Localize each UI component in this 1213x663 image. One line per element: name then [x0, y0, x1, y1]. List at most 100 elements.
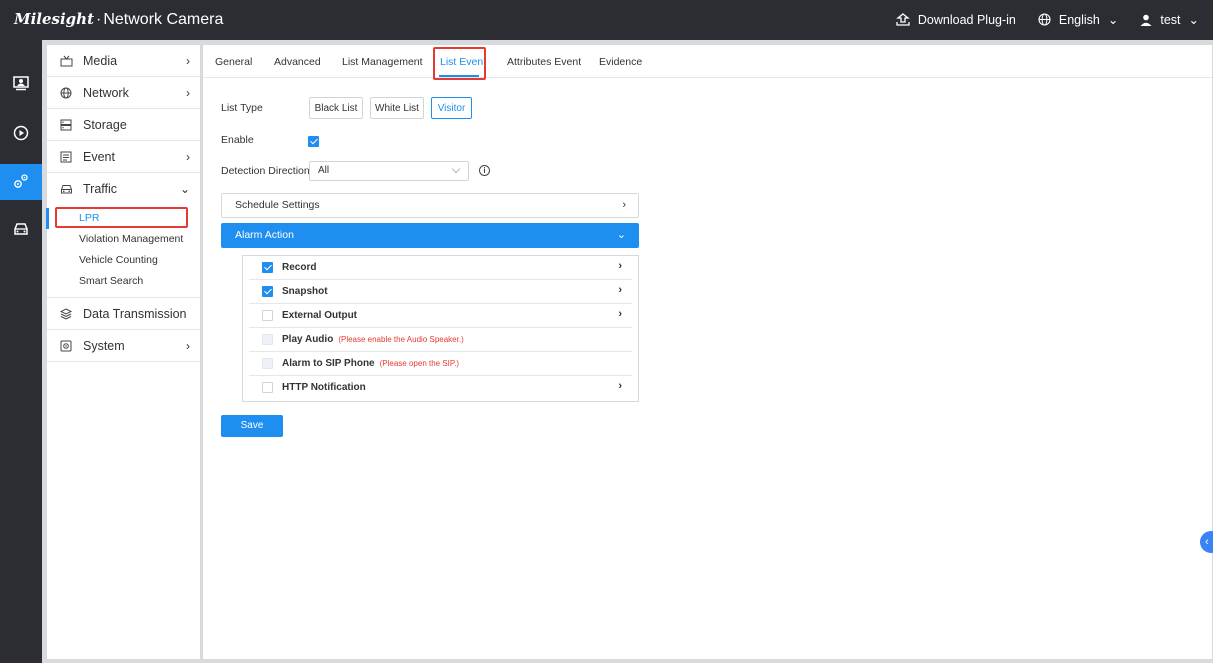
tab-list-management[interactable]: List Management — [342, 56, 423, 68]
icon-rail — [0, 40, 42, 663]
sidebar-item-storage[interactable]: Storage — [47, 109, 200, 141]
sidebar-item-label: Event — [83, 149, 115, 164]
sidebar-item-system[interactable]: System › — [47, 330, 200, 362]
record-checkbox[interactable] — [262, 262, 273, 273]
globe-icon — [59, 86, 73, 100]
rail-vehicle[interactable] — [0, 212, 42, 248]
list-type-black-list[interactable]: Black List — [309, 97, 363, 119]
top-right-actions: Download Plug-in English ⌄ test ⌄ — [896, 12, 1199, 27]
alarm-row-snapshot[interactable]: Snapshot › — [249, 280, 632, 304]
external-output-checkbox[interactable] — [262, 310, 273, 321]
list-type-white-list[interactable]: White List — [370, 97, 424, 119]
tab-advanced[interactable]: Advanced — [274, 56, 321, 68]
info-icon[interactable]: i — [479, 165, 490, 176]
chevron-right-icon: › — [186, 54, 190, 68]
download-icon — [896, 13, 910, 26]
alarm-action-label: Alarm Action — [235, 229, 294, 241]
chevron-down-icon: ⌄ — [1188, 13, 1199, 27]
chevron-down-icon: ⌄ — [179, 182, 190, 196]
detection-direction-label: Detection Direction — [221, 165, 310, 177]
sip-phone-label-group: Alarm to SIP Phone (Please open the SIP.) — [282, 358, 459, 369]
http-notification-label: HTTP Notification — [282, 382, 366, 393]
enable-checkbox[interactable] — [308, 136, 319, 147]
detection-direction-value: All — [318, 165, 330, 176]
alarm-row-external-output[interactable]: External Output › — [249, 304, 632, 328]
user-menu[interactable]: test ⌄ — [1140, 12, 1199, 27]
list-event-highlight-box — [433, 47, 486, 80]
media-icon — [59, 54, 73, 68]
content-panel: General Advanced List Management List Ev… — [202, 44, 1213, 660]
sidebar-sub-label: Smart Search — [79, 275, 144, 287]
detection-direction-select[interactable]: All — [309, 161, 469, 181]
layers-icon — [59, 307, 73, 321]
live-view-icon — [13, 76, 29, 94]
alarm-row-record[interactable]: Record › — [249, 256, 632, 280]
sidebar-item-label: Traffic — [83, 182, 118, 196]
alarm-action-panel[interactable]: Alarm Action ⌄ — [221, 223, 639, 248]
schedule-settings-label: Schedule Settings — [235, 199, 320, 211]
playback-icon — [13, 125, 29, 144]
chevron-down-icon: ⌄ — [616, 229, 626, 241]
gear-icon — [59, 339, 73, 353]
language-dropdown[interactable]: English ⌄ — [1038, 12, 1118, 27]
chevron-right-icon: › — [618, 284, 622, 296]
settings-sidebar: Media › Network › Storage Event › Traffi… — [46, 44, 201, 660]
vehicle-icon — [13, 222, 29, 239]
snapshot-checkbox[interactable] — [262, 286, 273, 297]
active-marker — [46, 208, 49, 229]
play-audio-label: Play Audio — [282, 334, 334, 345]
rail-live-view[interactable] — [0, 67, 42, 103]
settings-icon — [12, 172, 30, 193]
brand-logo: Milesight — [14, 10, 95, 28]
save-button[interactable]: Save — [221, 415, 283, 437]
record-label: Record — [282, 262, 317, 273]
sidebar-item-vehicle-counting[interactable]: Vehicle Counting — [47, 250, 200, 271]
rail-playback[interactable] — [0, 116, 42, 152]
user-icon — [1140, 14, 1152, 26]
sidebar-item-data-transmission[interactable]: Data Transmission — [47, 298, 200, 330]
chevron-right-icon: › — [618, 260, 622, 272]
chevron-down-icon — [451, 164, 461, 174]
sip-phone-note: (Please open the SIP.) — [379, 359, 460, 368]
sip-phone-label: Alarm to SIP Phone — [282, 358, 375, 369]
snapshot-label: Snapshot — [282, 286, 328, 297]
storage-icon — [59, 118, 73, 132]
tab-general[interactable]: General — [215, 56, 252, 68]
chevron-right-icon: › — [622, 199, 626, 211]
sidebar-item-label: Data Transmission — [83, 306, 187, 321]
sidebar-item-label: Network — [83, 85, 129, 100]
download-plugin-label: Download Plug-in — [917, 12, 1016, 27]
play-audio-label-group: Play Audio (Please enable the Audio Speak… — [282, 334, 464, 345]
car-icon — [59, 182, 73, 196]
chevron-right-icon: › — [618, 380, 622, 392]
sidebar-sub-label: Violation Management — [79, 233, 184, 245]
list-type-visitor[interactable]: Visitor — [431, 97, 472, 119]
globe-icon — [1038, 13, 1051, 26]
play-audio-note: (Please enable the Audio Speaker.) — [338, 335, 464, 344]
tab-evidence[interactable]: Evidence — [599, 56, 642, 68]
top-bar: Milesight · Network Camera Download Plug-i… — [0, 0, 1213, 40]
sidebar-item-media[interactable]: Media › — [47, 45, 200, 77]
chevron-down-icon: ⌄ — [1107, 13, 1119, 27]
sidebar-item-label: Media — [83, 53, 118, 68]
sidebar-item-event[interactable]: Event › — [47, 141, 200, 173]
event-icon — [59, 150, 73, 164]
chevron-right-icon: › — [186, 86, 190, 100]
alarm-row-play-audio: Play Audio (Please enable the Audio Speak… — [249, 328, 632, 352]
chevron-right-icon: › — [618, 308, 622, 320]
sip-phone-checkbox — [262, 358, 273, 369]
http-notification-checkbox[interactable] — [262, 382, 273, 393]
alarm-row-http-notification[interactable]: HTTP Notification › — [249, 376, 632, 400]
download-plugin-button[interactable]: Download Plug-in — [896, 13, 1016, 27]
sidebar-item-violation-management[interactable]: Violation Management — [47, 229, 200, 250]
sidebar-item-smart-search[interactable]: Smart Search — [47, 271, 200, 292]
sidebar-sub-label: Vehicle Counting — [79, 254, 158, 266]
sidebar-item-traffic[interactable]: Traffic ⌄ — [47, 173, 200, 205]
lpr-highlight-box — [55, 207, 188, 228]
rail-settings[interactable] — [0, 164, 42, 200]
sidebar-item-label: Storage — [83, 117, 127, 132]
tab-attributes-event[interactable]: Attributes Event — [507, 56, 581, 68]
schedule-settings-panel[interactable]: Schedule Settings › — [221, 193, 639, 218]
chevron-right-icon: › — [186, 150, 190, 164]
sidebar-item-network[interactable]: Network › — [47, 77, 200, 109]
